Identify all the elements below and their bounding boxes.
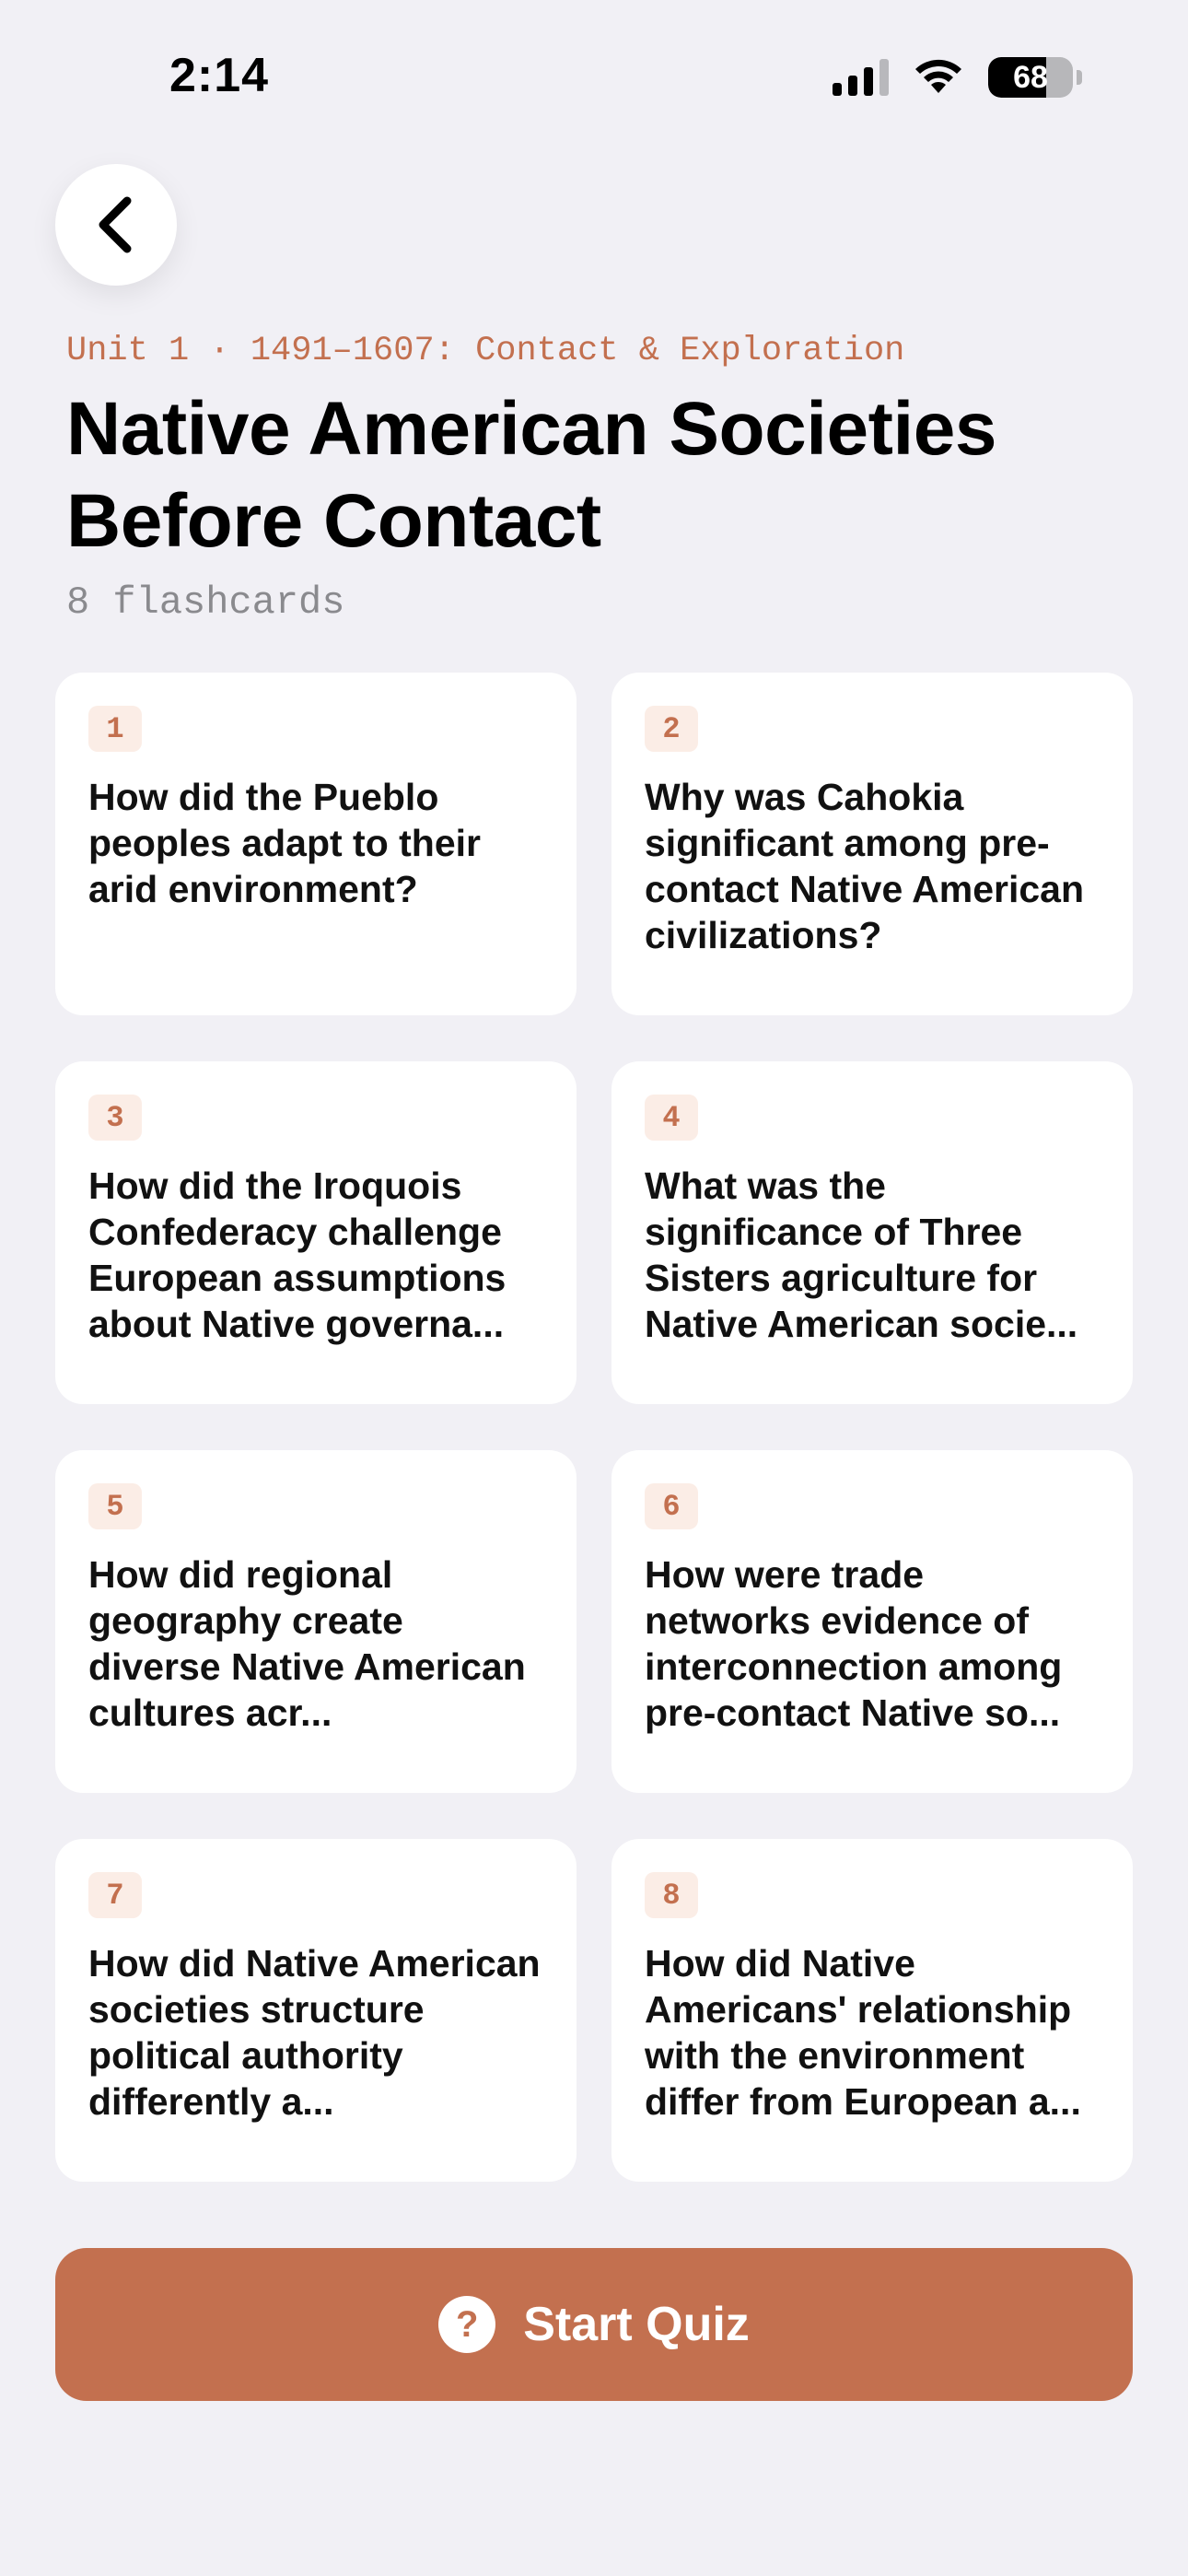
- chevron-left-icon: [99, 196, 132, 253]
- flashcard-number-badge: 5: [88, 1483, 142, 1529]
- flashcard-count: 8 flashcards: [66, 580, 345, 625]
- flashcard[interactable]: 6 How were trade networks evidence of in…: [611, 1450, 1133, 1793]
- flashcard[interactable]: 8 How did Native Americans' relationship…: [611, 1839, 1133, 2182]
- flashcard-number-badge: 1: [88, 706, 142, 752]
- flashcard-number-badge: 2: [645, 706, 698, 752]
- flashcard-question: How did the Iroquois Confederacy challen…: [88, 1165, 507, 1345]
- flashcard-question: How did Native Americans' relationship w…: [645, 1942, 1081, 2123]
- status-time: 2:14: [169, 49, 270, 102]
- start-quiz-label: Start Quiz: [523, 2298, 750, 2351]
- flashcard-number-badge: 6: [645, 1483, 698, 1529]
- flashcard-question: How did regional geography create divers…: [88, 1553, 526, 1734]
- flashcard-number-badge: 7: [88, 1872, 142, 1918]
- status-bar: 2:14 68: [0, 0, 1188, 157]
- battery-cap: [1077, 70, 1082, 85]
- flashcard-question: How were trade networks evidence of inte…: [645, 1553, 1063, 1734]
- flashcard[interactable]: 2 Why was Cahokia significant among pre-…: [611, 673, 1133, 1015]
- flashcard[interactable]: 5 How did regional geography create dive…: [55, 1450, 577, 1793]
- flashcard[interactable]: 4 What was the significance of Three Sis…: [611, 1061, 1133, 1404]
- battery-icon: 68: [988, 57, 1073, 98]
- flashcard-question: What was the significance of Three Siste…: [645, 1165, 1078, 1345]
- flashcard-number-badge: 8: [645, 1872, 698, 1918]
- wifi-icon: [915, 59, 961, 93]
- flashcard[interactable]: 1 How did the Pueblo peoples adapt to th…: [55, 673, 577, 1015]
- flashcard-question: Why was Cahokia significant among pre-co…: [645, 776, 1084, 956]
- flashcard[interactable]: 3 How did the Iroquois Confederacy chall…: [55, 1061, 577, 1404]
- page-title: Native American Societies Before Contact: [66, 387, 996, 563]
- back-button[interactable]: [55, 164, 177, 286]
- cellular-signal-icon: [833, 59, 889, 96]
- question-circle-icon: ?: [438, 2296, 496, 2353]
- status-icons: 68: [833, 57, 1082, 98]
- start-quiz-button[interactable]: ? Start Quiz: [55, 2248, 1133, 2401]
- flashcard-grid: 1 How did the Pueblo peoples adapt to th…: [55, 673, 1133, 2182]
- unit-eyebrow: Unit 1 · 1491–1607: Contact & Exploratio…: [66, 332, 905, 370]
- battery-percent: 68: [1013, 59, 1048, 95]
- flashcard-number-badge: 3: [88, 1095, 142, 1141]
- flashcard-question: How did the Pueblo peoples adapt to thei…: [88, 776, 481, 910]
- flashcard-question: How did Native American societies struct…: [88, 1942, 541, 2123]
- flashcard[interactable]: 7 How did Native American societies stru…: [55, 1839, 577, 2182]
- flashcard-number-badge: 4: [645, 1095, 698, 1141]
